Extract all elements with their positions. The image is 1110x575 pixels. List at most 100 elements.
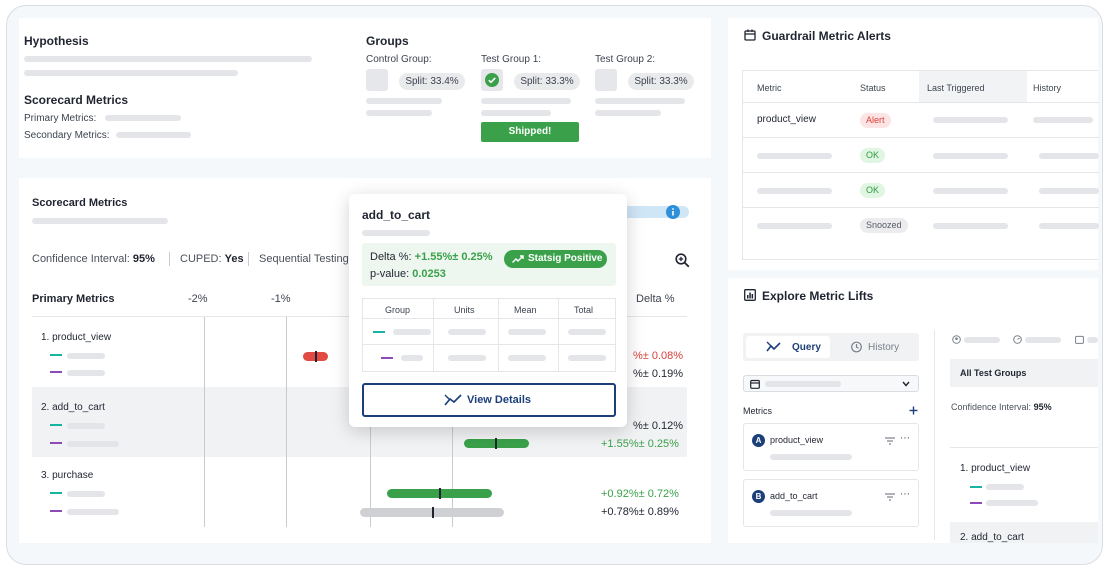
filter-icon[interactable] xyxy=(885,437,895,445)
metric-card-b[interactable]: B add_to_cart ⋯ xyxy=(743,479,919,527)
placeholder xyxy=(67,491,105,497)
delta-value: %± 0.12% xyxy=(633,420,684,432)
placeholder xyxy=(1039,188,1099,194)
list-item[interactable]: 2. add_to_cart xyxy=(960,532,1024,543)
groups-title: Groups xyxy=(366,34,409,48)
series-marker xyxy=(381,357,393,359)
placeholder xyxy=(933,188,1008,194)
placeholder xyxy=(67,509,119,515)
guardrail-alerts-card: Guardrail Metric Alerts Metric Status La… xyxy=(728,18,1099,270)
placeholder xyxy=(481,98,571,104)
delta-summary: Delta %: +1.55%± 0.25% p-value: 0.0253 S… xyxy=(362,243,616,286)
confidence-value: 95% xyxy=(132,253,155,265)
calendar-icon xyxy=(1075,335,1084,344)
control-split-badge: Split: 33.4% xyxy=(399,73,465,90)
series-marker xyxy=(50,354,62,356)
metric-letter-badge: A xyxy=(752,434,765,447)
ci-midpoint xyxy=(315,351,317,362)
confidence-value: 95% xyxy=(1033,402,1052,412)
date-range-select[interactable] xyxy=(743,375,919,392)
axis-tick-label: -1% xyxy=(271,293,291,305)
placeholder xyxy=(67,423,105,429)
calendar-icon xyxy=(744,29,756,41)
history-icon xyxy=(851,341,862,353)
table-row xyxy=(363,345,615,371)
popup-title: add_to_cart xyxy=(362,208,431,222)
series-marker xyxy=(970,502,982,504)
placeholder xyxy=(24,56,312,62)
view-details-button[interactable]: View Details xyxy=(362,383,616,417)
metric-name[interactable]: 1. product_view xyxy=(41,332,111,343)
metric-name: product_view xyxy=(757,114,816,125)
shipped-button[interactable]: Shipped! xyxy=(481,122,579,142)
test-group-2-avatar xyxy=(595,69,617,91)
filter-icon[interactable] xyxy=(885,493,895,501)
metric-letter-badge: B xyxy=(752,490,765,503)
tab-history[interactable]: History xyxy=(834,336,918,358)
chevron-down-icon xyxy=(902,381,910,387)
metric-name[interactable]: 2. add_to_cart xyxy=(41,402,105,413)
more-icon[interactable]: ⋯ xyxy=(900,433,910,444)
tab-query[interactable]: Query xyxy=(746,336,830,358)
pvalue-line: p-value: 0.0253 xyxy=(370,268,446,280)
group-table: Group Units Mean Total xyxy=(362,298,616,372)
table-row[interactable]: product_view Alert xyxy=(743,103,1099,138)
col-total: Total xyxy=(574,305,594,315)
experiment-summary-card: Hypothesis Scorecard Metrics Primary Met… xyxy=(19,18,711,158)
table-row[interactable]: Snoozed xyxy=(743,208,1099,243)
placeholder xyxy=(933,223,1008,229)
status-badge: OK xyxy=(860,148,886,163)
metric-card-a[interactable]: A product_view ⋯ xyxy=(743,423,919,471)
axis-tick-label: -2% xyxy=(188,293,208,305)
col-units: Units xyxy=(454,305,475,315)
status-badge: OK xyxy=(860,183,886,198)
table-row[interactable]: OK xyxy=(743,173,1099,208)
placeholder xyxy=(67,370,105,376)
plus-icon[interactable] xyxy=(909,406,918,415)
test-group-1-avatar xyxy=(481,69,503,91)
placeholder xyxy=(24,70,238,76)
secondary-metrics-label: Secondary Metrics: xyxy=(24,130,110,141)
delta-header: Delta % xyxy=(636,293,675,305)
placeholder xyxy=(757,153,832,159)
placeholder xyxy=(67,353,105,359)
placeholder xyxy=(765,381,841,387)
hypothesis-title: Hypothesis xyxy=(24,34,89,48)
placeholder xyxy=(595,110,661,116)
placeholder xyxy=(986,484,1024,490)
series-marker xyxy=(373,331,385,333)
bar-chart-icon xyxy=(744,289,756,301)
divider xyxy=(934,330,935,540)
test2-split-badge: Split: 33.3% xyxy=(628,73,694,90)
col-last-triggered: Last Triggered xyxy=(927,83,985,93)
col-group: Group xyxy=(385,305,411,315)
placeholder xyxy=(448,355,486,361)
placeholder xyxy=(481,110,551,116)
metric-tooltip-popup: add_to_cart Delta %: +1.55%± 0.25% p-val… xyxy=(349,194,627,427)
trend-up-icon xyxy=(512,255,524,263)
placeholder xyxy=(32,218,168,224)
metric-name[interactable]: 3. purchase xyxy=(41,470,93,481)
placeholder xyxy=(770,454,852,460)
scorecard-summary-title: Scorecard Metrics xyxy=(24,93,129,107)
table-row[interactable]: OK xyxy=(743,138,1099,173)
zoom-in-icon[interactable] xyxy=(675,253,690,268)
confidence-interval-label: Confidence Interval: 95% xyxy=(32,253,155,265)
info-icon[interactable] xyxy=(666,205,680,219)
divider xyxy=(248,252,249,266)
test-group-2-label: Test Group 2: xyxy=(595,54,656,65)
cuped-text: CUPED: xyxy=(180,253,222,265)
cuped-label: CUPED: Yes xyxy=(180,253,244,265)
placeholder xyxy=(393,329,431,335)
all-test-groups-selector[interactable]: All Test Groups xyxy=(950,359,1098,387)
col-history: History xyxy=(1033,83,1062,93)
more-icon[interactable]: ⋯ xyxy=(900,489,910,500)
tab-query-label: Query xyxy=(792,342,821,353)
test1-split-badge: Split: 33.3% xyxy=(514,73,580,90)
explore-title: Explore Metric Lifts xyxy=(762,289,874,303)
list-item[interactable]: 1. product_view xyxy=(960,463,1030,474)
placeholder xyxy=(105,115,181,121)
series-marker xyxy=(50,492,62,494)
confidence-label: Confidence Interval: xyxy=(32,253,130,265)
guardrail-title: Guardrail Metric Alerts xyxy=(762,29,891,43)
